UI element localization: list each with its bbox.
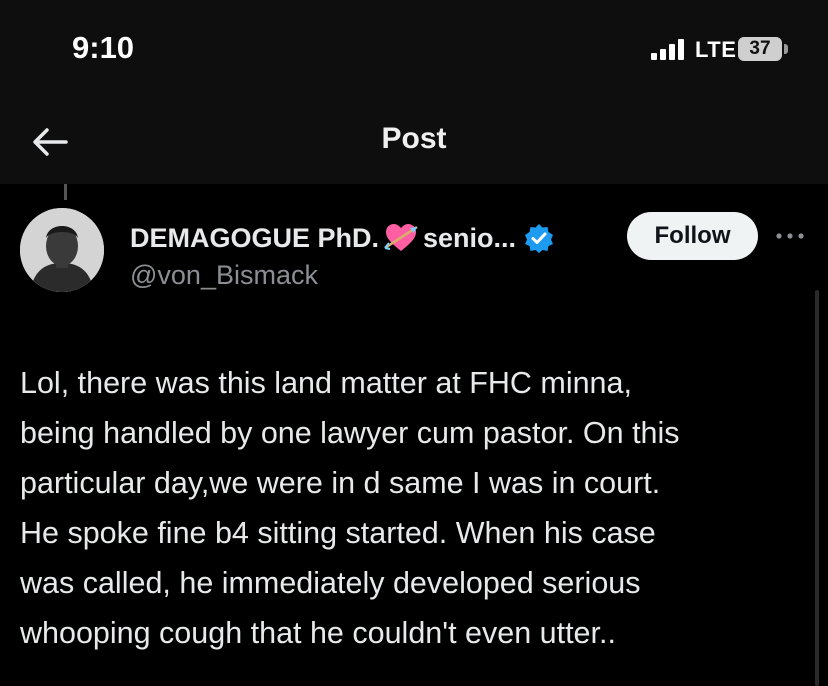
signal-strength-icon: [651, 38, 691, 60]
display-name: DEMAGOGUE PhD.: [130, 222, 380, 253]
avatar[interactable]: [20, 208, 104, 292]
avatar-photo: [20, 208, 104, 292]
more-options-button[interactable]: [774, 228, 806, 244]
clock: 9:10: [72, 30, 135, 65]
tweet-line: He spoke fine b4 sitting started. When h…: [20, 516, 656, 550]
network-type: LTE: [695, 37, 737, 62]
author-name-row[interactable]: DEMAGOGUE PhD. senio...: [130, 218, 554, 258]
more-horizontal-icon: [776, 233, 804, 239]
top-nav: Post: [0, 100, 828, 184]
tweet-line: particular day,we were in d same I was i…: [20, 466, 661, 500]
tweet-text: Lol, there was this land matter at FHC m…: [20, 358, 810, 658]
page-title: Post: [381, 122, 447, 155]
tweet-line: Lol, there was this land matter at FHC m…: [20, 366, 632, 400]
follow-button[interactable]: Follow: [627, 212, 758, 260]
verified-badge-icon: [525, 224, 554, 253]
scrollbar[interactable]: [815, 290, 819, 686]
thread-connector: [64, 184, 67, 200]
battery-icon: 37: [738, 37, 782, 61]
tweet-line: being handled by one lawyer cum pastor. …: [20, 416, 680, 450]
battery-level: 37: [749, 38, 771, 59]
heart-with-arrow-icon: [384, 224, 418, 251]
author-handle[interactable]: @von_Bismack: [130, 260, 318, 291]
tweet-line: whooping cough that he couldn't even utt…: [20, 616, 616, 650]
battery-nub: [784, 44, 788, 54]
tweet-line: was called, he immediately developed ser…: [20, 566, 641, 600]
status-bar: 9:10 LTE 37: [0, 0, 828, 100]
display-name-suffix: senio...: [423, 222, 517, 253]
